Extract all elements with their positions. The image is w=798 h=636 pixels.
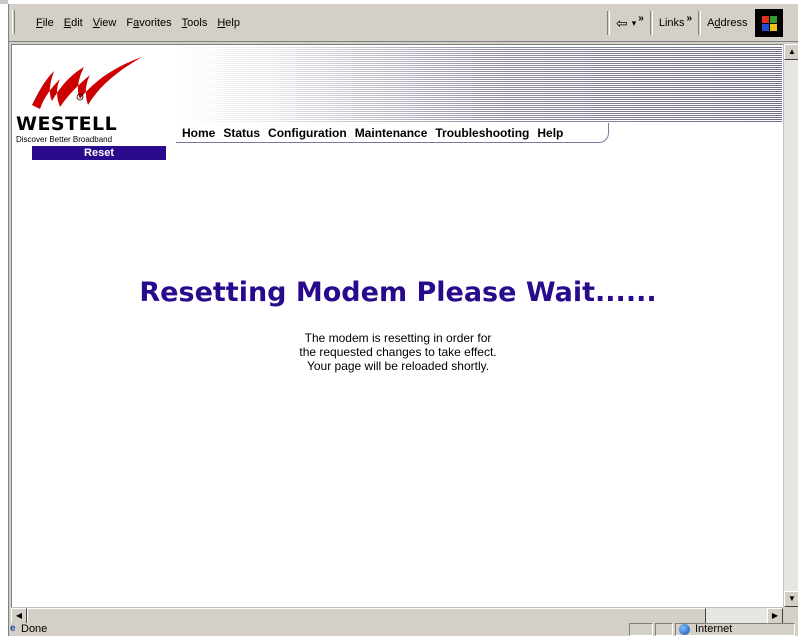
zone-panel	[675, 623, 795, 636]
links-label: Links	[658, 17, 685, 29]
toolbar-right: ⇦ ▾ » Links » Ad dress	[603, 9, 784, 37]
toolbar-separator	[649, 11, 653, 35]
nav-status[interactable]: Status	[219, 124, 264, 142]
message-line: the requested changes to take effect.	[299, 345, 497, 359]
page-title: Resetting Modem Please Wait......	[139, 277, 657, 308]
status-panel	[655, 623, 673, 636]
toolbar-separator	[607, 11, 610, 35]
status-bar: e Done Internet	[9, 623, 798, 636]
windows-logo-icon	[755, 9, 784, 37]
back-arrow-icon: ⇦	[616, 14, 628, 31]
scroll-right-button[interactable]: ▶	[767, 608, 783, 624]
address-label[interactable]: Ad dress	[705, 17, 749, 29]
horizontal-scroll-thumb[interactable]	[27, 608, 706, 624]
brand-name: WESTELL	[16, 113, 118, 135]
scroll-left-button[interactable]: ◀	[11, 608, 27, 624]
nav-home[interactable]: Home	[178, 124, 219, 142]
message-line: The modem is resetting in order for	[304, 331, 492, 345]
nav-help[interactable]: Help	[533, 124, 567, 142]
westell-swoosh-icon	[32, 57, 142, 109]
main-nav: Home Status Configuration Maintenance Tr…	[178, 124, 567, 142]
nav-configuration[interactable]: Configuration	[264, 124, 351, 142]
status-text: Done	[21, 623, 48, 635]
links-button[interactable]: Links »	[657, 13, 694, 30]
nav-troubleshooting[interactable]: Troubleshooting	[431, 124, 533, 142]
security-zone: Internet	[695, 623, 733, 635]
menu-help[interactable]: Help	[212, 17, 245, 29]
dropdown-arrow-icon: ▾	[631, 17, 637, 28]
page-viewport: WESTELL Discover Better Broadband Reset …	[11, 44, 783, 607]
menubar-grip	[12, 10, 15, 34]
browser-window: File Edit View Favorites Tools Help ⇦ ▾ …	[8, 4, 798, 636]
menu-tools[interactable]: Tools	[177, 17, 213, 29]
section-label-reset: Reset	[32, 146, 166, 160]
toolbar-separator	[698, 11, 702, 35]
back-button[interactable]: ⇦ ▾ »	[614, 12, 646, 32]
horizontal-scrollbar[interactable]: ◀ ▶	[11, 607, 783, 624]
menu-bar: File Edit View Favorites Tools Help ⇦ ▾ …	[9, 4, 798, 42]
chevron-icon: »	[638, 12, 644, 24]
header-stripe-fade	[174, 47, 782, 123]
reset-message: The modem is resetting in order for the …	[12, 331, 783, 373]
ie-page-icon: e	[10, 623, 16, 634]
scroll-down-button[interactable]: ▼	[784, 591, 798, 607]
westell-logo: WESTELL Discover Better Broadband	[14, 53, 174, 144]
scroll-up-button[interactable]: ▲	[784, 44, 798, 60]
menu-file[interactable]: File	[31, 17, 59, 29]
brand-tagline: Discover Better Broadband	[16, 135, 113, 144]
vertical-scrollbar[interactable]: ▲ ▼	[783, 44, 798, 607]
menu-edit[interactable]: Edit	[59, 17, 88, 29]
menu-favorites[interactable]: Favorites	[121, 17, 176, 29]
menu-view[interactable]: View	[88, 17, 122, 29]
chevron-icon: »	[686, 12, 693, 24]
globe-icon	[679, 624, 690, 635]
status-panel	[629, 623, 653, 636]
background-strip	[0, 0, 8, 4]
menu-items: File Edit View Favorites Tools Help	[31, 17, 245, 29]
message-line: Your page will be reloaded shortly.	[306, 359, 490, 373]
nav-maintenance[interactable]: Maintenance	[351, 124, 432, 142]
